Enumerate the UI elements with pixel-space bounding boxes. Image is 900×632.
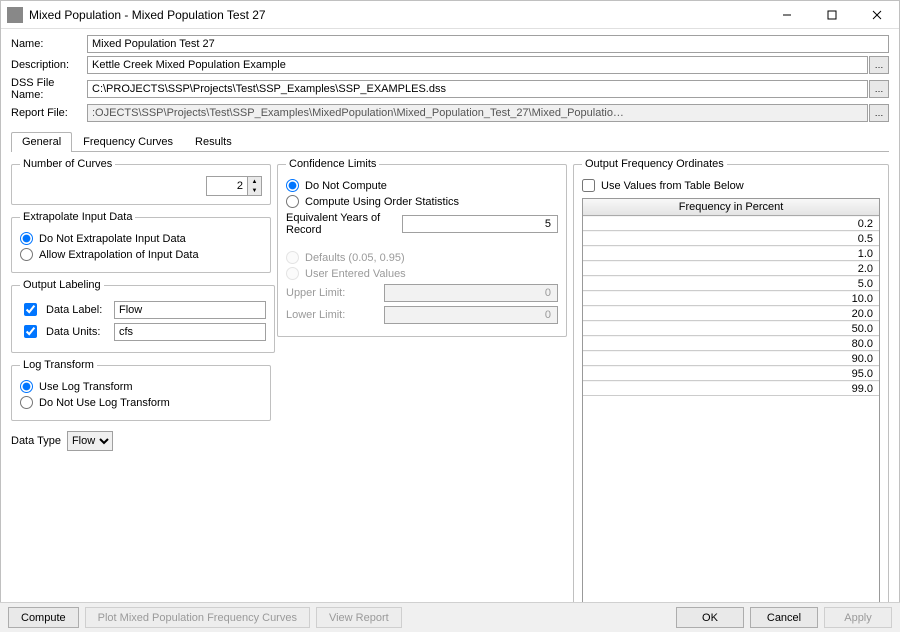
upper-limit-field: [384, 284, 558, 302]
data-label-label: Data Label:: [46, 304, 108, 316]
compute-order-stats-radio[interactable]: [286, 195, 299, 208]
frequency-cell[interactable]: 0.2: [583, 216, 879, 231]
confidence-limits-legend: Confidence Limits: [286, 158, 379, 170]
data-label-field[interactable]: [114, 301, 266, 319]
data-type-select[interactable]: Flow: [67, 431, 113, 451]
data-type-label: Data Type: [11, 435, 61, 447]
frequency-cell[interactable]: 5.0: [583, 276, 879, 291]
dss-file-label: DSS File Name:: [11, 77, 87, 101]
equivalent-years-label: Equivalent Years of Record: [286, 212, 396, 236]
app-icon: [7, 7, 23, 23]
do-not-extrapolate-radio[interactable]: [20, 232, 33, 245]
use-values-table-label: Use Values from Table Below: [601, 180, 744, 192]
user-entered-radio: [286, 267, 299, 280]
compute-order-stats-label: Compute Using Order Statistics: [305, 196, 459, 208]
frequency-cell[interactable]: 95.0: [583, 366, 879, 381]
view-report-button: View Report: [316, 607, 402, 628]
output-labeling-legend: Output Labeling: [20, 279, 104, 291]
frequency-table[interactable]: Frequency in Percent 0.20.51.02.05.010.0…: [582, 198, 880, 603]
output-frequency-ordinates-legend: Output Frequency Ordinates: [582, 158, 727, 170]
apply-button: Apply: [824, 607, 892, 628]
report-file-field[interactable]: [87, 104, 868, 122]
data-units-field[interactable]: [114, 323, 266, 341]
frequency-cell[interactable]: 90.0: [583, 351, 879, 366]
do-not-compute-label: Do Not Compute: [305, 180, 387, 192]
frequency-table-header: Frequency in Percent: [583, 199, 879, 216]
dss-file-browse-button[interactable]: …: [869, 80, 889, 98]
user-entered-label: User Entered Values: [305, 268, 406, 280]
description-field[interactable]: [87, 56, 868, 74]
name-label: Name:: [11, 38, 87, 50]
frequency-cell[interactable]: 0.5: [583, 231, 879, 246]
frequency-cell[interactable]: 10.0: [583, 291, 879, 306]
no-log-transform-radio[interactable]: [20, 396, 33, 409]
lower-limit-field: [384, 306, 558, 324]
number-of-curves-legend: Number of Curves: [20, 158, 115, 170]
description-browse-button[interactable]: …: [869, 56, 889, 74]
do-not-compute-radio[interactable]: [286, 179, 299, 192]
minimize-button[interactable]: [764, 1, 809, 29]
equivalent-years-field[interactable]: [402, 215, 558, 233]
name-field[interactable]: [87, 35, 889, 53]
compute-button[interactable]: Compute: [8, 607, 79, 628]
frequency-cell[interactable]: 99.0: [583, 381, 879, 396]
do-not-extrapolate-label: Do Not Extrapolate Input Data: [39, 233, 186, 245]
report-file-label: Report File:: [11, 107, 87, 119]
frequency-cell[interactable]: 50.0: [583, 321, 879, 336]
number-of-curves-input[interactable]: [207, 177, 247, 195]
plot-button: Plot Mixed Population Frequency Curves: [85, 607, 310, 628]
allow-extrapolation-radio[interactable]: [20, 248, 33, 261]
log-transform-group: Log Transform Use Log Transform Do Not U…: [11, 359, 271, 421]
frequency-cell[interactable]: 2.0: [583, 261, 879, 276]
tab-frequency-curves[interactable]: Frequency Curves: [72, 132, 184, 152]
window-title: Mixed Population - Mixed Population Test…: [29, 8, 764, 22]
number-of-curves-group: Number of Curves ▲ ▼: [11, 158, 271, 205]
number-of-curves-spinner[interactable]: ▲ ▼: [206, 176, 262, 196]
data-units-checkbox[interactable]: [24, 325, 37, 338]
frequency-cell[interactable]: 1.0: [583, 246, 879, 261]
tab-results[interactable]: Results: [184, 132, 243, 152]
defaults-radio: [286, 251, 299, 264]
use-values-table-checkbox[interactable]: [582, 179, 595, 192]
allow-extrapolation-label: Allow Extrapolation of Input Data: [39, 249, 199, 261]
extrapolate-group: Extrapolate Input Data Do Not Extrapolat…: [11, 211, 271, 273]
log-transform-legend: Log Transform: [20, 359, 97, 371]
extrapolate-legend: Extrapolate Input Data: [20, 211, 135, 223]
no-log-transform-label: Do Not Use Log Transform: [39, 397, 170, 409]
output-frequency-ordinates-group: Output Frequency Ordinates Use Values fr…: [573, 158, 889, 612]
ok-button[interactable]: OK: [676, 607, 744, 628]
upper-limit-label: Upper Limit:: [286, 287, 378, 299]
use-log-transform-radio[interactable]: [20, 380, 33, 393]
maximize-button[interactable]: [809, 1, 854, 29]
defaults-label: Defaults (0.05, 0.95): [305, 252, 405, 264]
dss-file-field[interactable]: [87, 80, 868, 98]
description-label: Description:: [11, 59, 87, 71]
confidence-limits-group: Confidence Limits Do Not Compute Compute…: [277, 158, 567, 337]
output-labeling-group: Output Labeling Data Label: Data Units:: [11, 279, 275, 353]
data-units-label: Data Units:: [46, 326, 108, 338]
use-log-transform-label: Use Log Transform: [39, 381, 133, 393]
frequency-cell[interactable]: 20.0: [583, 306, 879, 321]
tab-general[interactable]: General: [11, 132, 72, 152]
report-file-browse-button[interactable]: …: [869, 104, 889, 122]
frequency-cell[interactable]: 80.0: [583, 336, 879, 351]
close-button[interactable]: [854, 1, 899, 29]
cancel-button[interactable]: Cancel: [750, 607, 818, 628]
spinner-up-icon[interactable]: ▲: [248, 177, 261, 186]
data-label-checkbox[interactable]: [24, 303, 37, 316]
spinner-down-icon[interactable]: ▼: [248, 186, 261, 195]
lower-limit-label: Lower Limit:: [286, 309, 378, 321]
